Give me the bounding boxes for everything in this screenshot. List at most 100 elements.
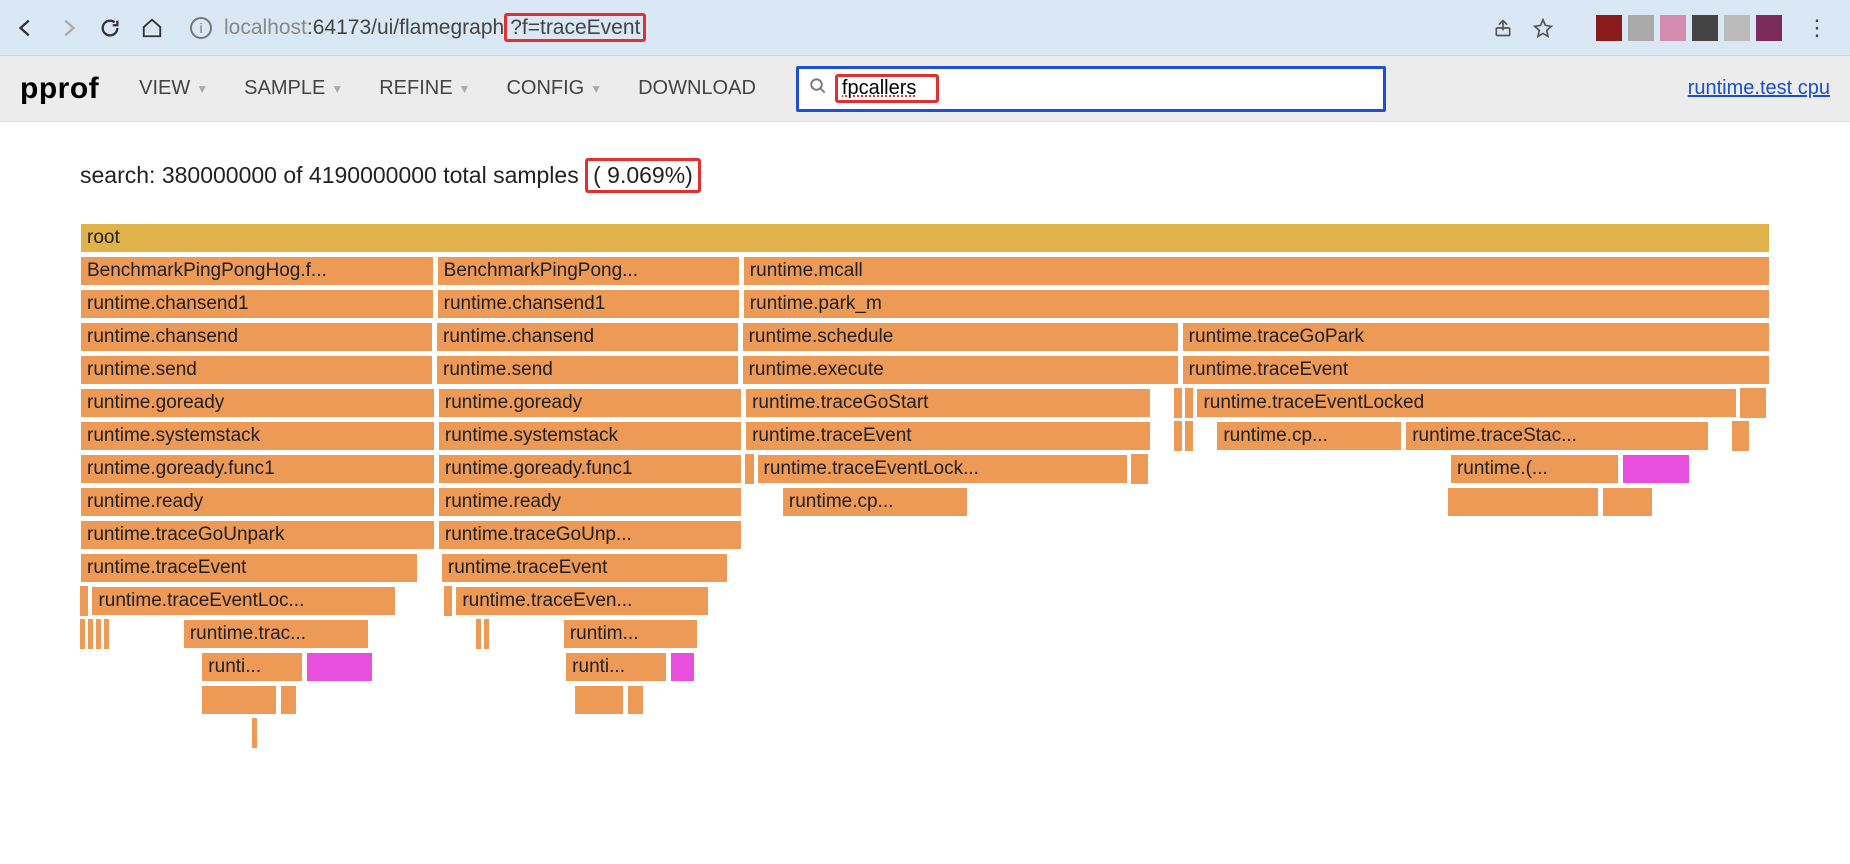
- ext-icon[interactable]: [1692, 15, 1718, 41]
- menu-download[interactable]: DOWNLOAD: [638, 77, 756, 100]
- flame-cell[interactable]: runtime.trac...: [183, 619, 369, 649]
- menu-view[interactable]: VIEW▼: [139, 77, 208, 100]
- flame-cell[interactable]: [574, 685, 625, 715]
- flame-cell[interactable]: runtime.traceEventLoc...: [91, 586, 395, 616]
- flame-cell[interactable]: [484, 619, 489, 649]
- flame-cell[interactable]: runtime.goready.func1: [438, 454, 742, 484]
- reload-icon[interactable]: [96, 14, 124, 42]
- flame-cell[interactable]: BenchmarkPingPong...: [437, 256, 740, 286]
- flame-cell[interactable]: runtime.traceEvent: [80, 553, 418, 583]
- flame-cell[interactable]: runtime.traceEven...: [455, 586, 709, 616]
- menu-refine[interactable]: REFINE▼: [379, 77, 470, 100]
- flame-cell[interactable]: runtime.traceGoUnp...: [438, 520, 742, 550]
- forward-icon[interactable]: [54, 14, 82, 42]
- flame-cell[interactable]: runti...: [201, 652, 302, 682]
- flame-cell[interactable]: [1602, 487, 1653, 517]
- flame-cell[interactable]: [476, 619, 481, 649]
- flame-cell[interactable]: runtime.chansend1: [80, 289, 434, 319]
- flame-cell[interactable]: runti...: [565, 652, 666, 682]
- flame-cell[interactable]: runtime.execute: [742, 355, 1179, 385]
- flame-cell[interactable]: runtime.systemstack: [80, 421, 435, 451]
- flame-cell[interactable]: [627, 685, 644, 715]
- ext-icon[interactable]: [1724, 15, 1750, 41]
- brand-label: pprof: [20, 72, 99, 106]
- flame-cell[interactable]: runtime.chansend: [436, 322, 739, 352]
- flame-cell[interactable]: runtime.send: [436, 355, 739, 385]
- search-input[interactable]: [842, 77, 932, 100]
- content: search: 380000000 of 4190000000 total sa…: [0, 122, 1850, 787]
- flame-cell[interactable]: [1732, 421, 1749, 451]
- browser-menu-icon[interactable]: ⋮: [1796, 15, 1838, 41]
- flame-cell[interactable]: runtime.cp...: [782, 487, 968, 517]
- flame-cell[interactable]: [670, 652, 695, 682]
- flame-cell[interactable]: runtime.traceGoPark: [1182, 322, 1770, 352]
- flame-cell[interactable]: [96, 619, 101, 649]
- flame-cell[interactable]: runtime.traceStac...: [1405, 421, 1709, 451]
- flame-cell[interactable]: runtime.traceEventLocked: [1196, 388, 1737, 418]
- ext-icon[interactable]: [1628, 15, 1654, 41]
- url-host: localhost: [224, 16, 307, 39]
- flame-cell[interactable]: [80, 586, 88, 616]
- flame-cell[interactable]: runtime.schedule: [742, 322, 1179, 352]
- flame-cell[interactable]: [1174, 388, 1182, 418]
- flame-cell[interactable]: [1174, 421, 1182, 451]
- flame-cell[interactable]: root: [80, 223, 1770, 253]
- flame-cell[interactable]: runtime.mcall: [743, 256, 1770, 286]
- flame-cell[interactable]: runtime.goready: [438, 388, 742, 418]
- flame-cell[interactable]: [1622, 454, 1690, 484]
- flame-cell[interactable]: runtime.cp...: [1216, 421, 1402, 451]
- flame-cell[interactable]: [745, 454, 753, 484]
- flame-cell[interactable]: runtime.traceGoUnpark: [80, 520, 435, 550]
- flame-cell[interactable]: runtime.ready: [80, 487, 435, 517]
- flame-cell[interactable]: [1131, 454, 1148, 484]
- flame-cell[interactable]: [1740, 388, 1765, 418]
- flame-cell[interactable]: [1185, 388, 1193, 418]
- flame-cell[interactable]: runtime.traceGoStart: [745, 388, 1151, 418]
- flame-cell[interactable]: [444, 586, 452, 616]
- flame-cell[interactable]: [201, 685, 277, 715]
- flame-cell[interactable]: runtime.(...: [1450, 454, 1619, 484]
- flame-cell[interactable]: [1447, 487, 1599, 517]
- flame-cell[interactable]: runtime.traceEvent: [745, 421, 1151, 451]
- flame-cell[interactable]: runtime.park_m: [743, 289, 1770, 319]
- menu-sample[interactable]: SAMPLE▼: [244, 77, 343, 100]
- star-icon[interactable]: [1532, 17, 1554, 39]
- flame-cell[interactable]: [104, 619, 109, 649]
- info-icon[interactable]: i: [190, 17, 212, 39]
- share-icon[interactable]: [1492, 17, 1514, 39]
- flame-cell[interactable]: BenchmarkPingPongHog.f...: [80, 256, 434, 286]
- flame-cell[interactable]: [1185, 421, 1193, 451]
- flame-cell[interactable]: runtime.goready.func1: [80, 454, 435, 484]
- flame-cell[interactable]: runtime.traceEventLock...: [757, 454, 1129, 484]
- url-bar[interactable]: i localhost:64173/ui/flamegraph?f=traceE…: [180, 8, 1564, 48]
- search-box[interactable]: [796, 66, 1386, 112]
- home-icon[interactable]: [138, 14, 166, 42]
- profile-link[interactable]: runtime.test cpu: [1688, 77, 1830, 100]
- ext-icon[interactable]: [1660, 15, 1686, 41]
- flame-cell[interactable]: [252, 718, 257, 748]
- flame-cell[interactable]: runtime.ready: [438, 487, 742, 517]
- ext-icon[interactable]: [1596, 15, 1622, 41]
- flame-cell[interactable]: runtime.traceEvent: [1182, 355, 1770, 385]
- flame-cell[interactable]: [80, 619, 85, 649]
- flame-cell[interactable]: runtime.chansend: [80, 322, 433, 352]
- flame-cell[interactable]: runtime.send: [80, 355, 433, 385]
- chevron-down-icon: ▼: [331, 82, 343, 96]
- status-line: search: 380000000 of 4190000000 total sa…: [80, 158, 1770, 193]
- flame-cell[interactable]: [306, 652, 374, 682]
- ext-icon[interactable]: [1756, 15, 1782, 41]
- status-percent-highlight: ( 9.069%): [585, 158, 701, 193]
- flame-cell[interactable]: runtime.systemstack: [438, 421, 742, 451]
- app-toolbar: pprof VIEW▼ SAMPLE▼ REFINE▼ CONFIG▼ DOWN…: [0, 56, 1850, 122]
- flame-cell[interactable]: runtime.chansend1: [437, 289, 740, 319]
- chevron-down-icon: ▼: [590, 82, 602, 96]
- flame-cell[interactable]: runtim...: [563, 619, 698, 649]
- flame-cell[interactable]: runtime.traceEvent: [441, 553, 728, 583]
- flame-cell[interactable]: [280, 685, 297, 715]
- flame-cell[interactable]: runtime.goready: [80, 388, 435, 418]
- flamegraph[interactable]: rootBenchmarkPingPongHog.f...BenchmarkPi…: [80, 223, 1770, 748]
- flame-cell[interactable]: [88, 619, 93, 649]
- extension-icons: [1596, 15, 1782, 41]
- menu-config[interactable]: CONFIG▼: [506, 77, 602, 100]
- back-icon[interactable]: [12, 14, 40, 42]
